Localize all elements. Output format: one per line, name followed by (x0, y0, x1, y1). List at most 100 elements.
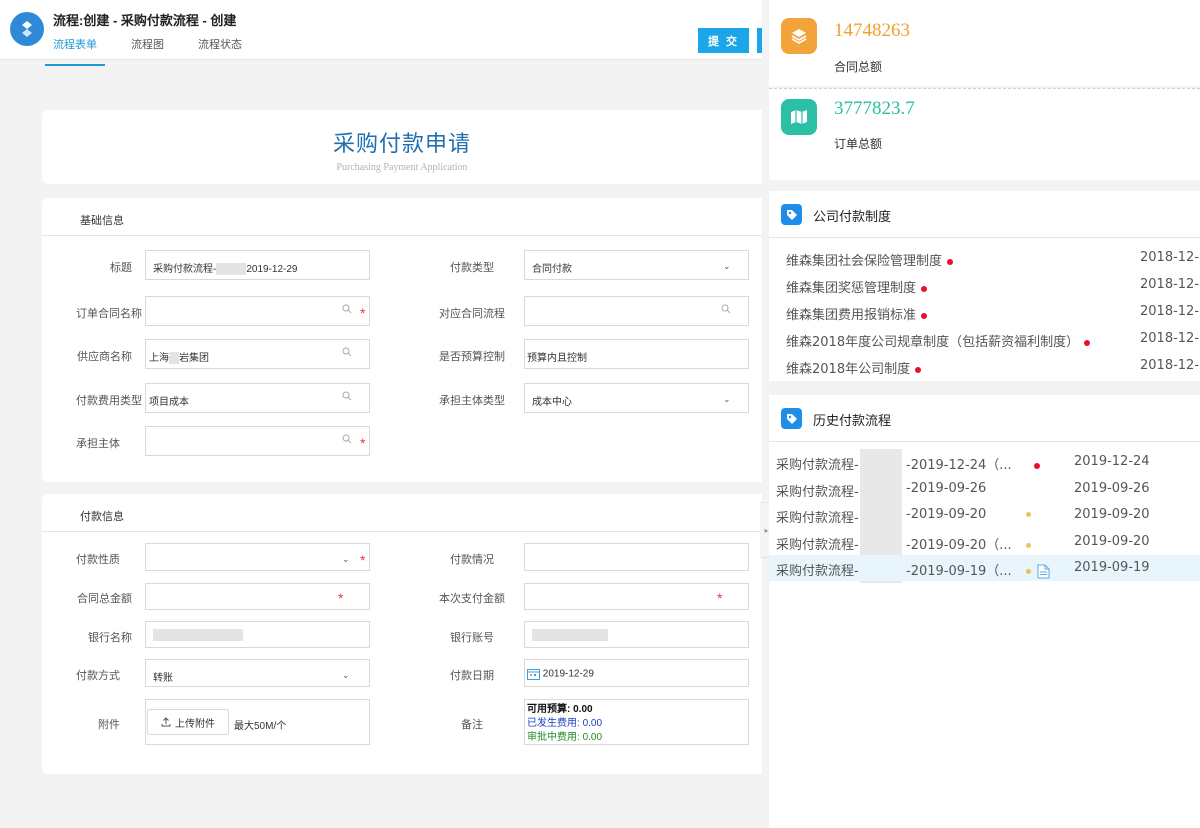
secondary-button[interactable] (757, 28, 762, 53)
history-name-suffix[interactable]: -2019-09-19（... (906, 564, 1012, 579)
required-mark: * (338, 590, 344, 606)
history-name-suffix[interactable]: -2019-12-24（... (906, 458, 1012, 473)
this-payment-field[interactable]: * (524, 583, 749, 610)
chevron-down-icon: ⌄ (342, 554, 350, 564)
search-icon[interactable] (342, 434, 352, 444)
policy-item[interactable]: 维森集团费用报销标准 2018-12- (769, 299, 1200, 325)
method-select[interactable]: 转账 ⌄ (145, 659, 370, 687)
history-item[interactable]: 采购付款流程- -2019-09-26 2019-09-26 (769, 476, 1200, 502)
app-logo-icon (10, 12, 44, 46)
related-flow-field[interactable] (524, 296, 749, 326)
history-date: 2019-09-19 (1074, 560, 1150, 575)
search-icon[interactable] (342, 304, 352, 314)
redacted-block (216, 263, 247, 276)
panel-header: 历史付款流程 (769, 395, 1200, 442)
upload-label: 上传附件 (175, 718, 215, 730)
bearer-type-select[interactable]: 成本中心 ⌄ (524, 383, 749, 413)
bearer-field[interactable]: * (145, 426, 370, 456)
order-contract-field[interactable]: * (145, 296, 370, 326)
history-date: 2019-09-20 (1074, 507, 1150, 522)
history-name-prefix[interactable]: 采购付款流程- (776, 538, 859, 553)
date-picker[interactable]: 2019-12-29 (524, 659, 749, 687)
fee-type-field[interactable]: 项目成本 (145, 383, 370, 413)
history-name-prefix[interactable]: 采购付款流程- (776, 564, 859, 579)
supplier-field[interactable]: 上海 岩集团 (145, 339, 370, 369)
history-item[interactable]: 采购付款流程- -2019-09-20（... 2019-09-20 (769, 529, 1200, 555)
top-header: 流程:创建 - 采购付款流程 - 创建 流程表单 流程图 流程状态 提 交 (0, 0, 762, 66)
tab-flow-status[interactable]: 流程状态 (190, 36, 250, 66)
search-icon[interactable] (342, 347, 352, 357)
history-item-selected[interactable]: 采购付款流程- -2019-09-19（... 2019-09-19 (769, 555, 1200, 581)
chevron-down-icon: ⌄ (723, 261, 731, 271)
upload-button[interactable]: 上传附件 (147, 709, 229, 735)
history-date: 2019-09-26 (1074, 481, 1150, 496)
right-sidebar: 14748263 合同总额 3777823.7 订单总额 公司付款制度 维森集团… (769, 0, 1200, 828)
attachment-label: 附件 (98, 719, 120, 731)
fee-type-value: 项目成本 (149, 397, 189, 408)
history-name-prefix[interactable]: 采购付款流程- (776, 458, 859, 473)
history-name-prefix[interactable]: 采购付款流程- (776, 511, 859, 526)
history-item[interactable]: 采购付款流程- -2019-12-24（... 2019-12-24 (769, 449, 1200, 475)
upload-icon (161, 717, 171, 727)
fee-type-label: 付款费用类型 (76, 395, 142, 407)
bank-name-field[interactable] (145, 621, 370, 648)
unread-dot (915, 366, 922, 373)
policy-item[interactable]: 维森2018年公司制度 2018-12- (769, 353, 1200, 379)
remark-label: 备注 (461, 719, 483, 731)
date-value: 2019-12-29 (542, 668, 594, 680)
history-date: 2019-12-24 (1074, 454, 1150, 469)
submit-button[interactable]: 提 交 (698, 28, 749, 53)
remark-field[interactable]: 可用预算: 0.00 已发生费用: 0.00 审批中费用: 0.00 (524, 699, 749, 745)
policy-name[interactable]: 维森集团社会保险管理制度 (786, 254, 942, 269)
payment-status-label: 付款情况 (450, 554, 494, 566)
form-title-panel: 采购付款申请 Purchasing Payment Application (42, 110, 762, 184)
page-title: 流程:创建 - 采购付款流程 - 创建 (53, 13, 237, 28)
supplier-prefix: 上海 (149, 353, 169, 364)
order-total-caption: 订单总额 (834, 137, 883, 151)
policy-name[interactable]: 维森2018年公司制度 (786, 362, 910, 377)
contract-total-card: 14748263 合同总额 (769, 0, 1200, 86)
policy-name[interactable]: 维森2018年度公司规章制度（包括薪资福利制度） (786, 335, 1079, 350)
contract-total-field[interactable]: * (145, 583, 370, 610)
chevron-down-icon: ⌄ (723, 394, 731, 404)
history-name-suffix[interactable]: -2019-09-20（... (906, 538, 1012, 553)
chevron-right-icon: ▸ (764, 525, 769, 535)
history-item[interactable]: 采购付款流程- -2019-09-20 2019-09-20 (769, 502, 1200, 528)
tab-flow-chart[interactable]: 流程图 (123, 36, 172, 66)
history-name-suffix[interactable]: -2019-09-20 (906, 507, 986, 522)
document-icon[interactable] (1037, 564, 1050, 579)
redacted-block (532, 629, 608, 641)
basic-info-section: 基础信息 标题 采购付款流程- 2019-12-29 付款类型 合同付款 ⌄ 订单… (42, 198, 762, 482)
search-icon[interactable] (342, 391, 352, 401)
bank-account-label: 银行账号 (450, 632, 494, 644)
bearer-type-value: 成本中心 (532, 397, 572, 408)
policy-item[interactable]: 维森集团奖惩管理制度 2018-12- (769, 272, 1200, 298)
tab-flow-form[interactable]: 流程表单 (45, 36, 105, 66)
policy-date: 2018-12- (1140, 331, 1200, 346)
required-mark: * (360, 305, 366, 321)
payment-history-panel: 历史付款流程 采购付款流程- -2019-12-24（... 2019-12-2… (769, 395, 1200, 828)
history-name-prefix[interactable]: 采购付款流程- (776, 485, 859, 500)
budget-control-label: 是否预算控制 (439, 351, 505, 363)
title-suffix: 2019-12-29 (246, 264, 298, 275)
pay-type-select[interactable]: 合同付款 ⌄ (524, 250, 749, 280)
nature-select[interactable]: ⌄ * (145, 543, 370, 571)
bank-account-field[interactable] (524, 621, 749, 648)
unread-dot (921, 312, 928, 319)
budget-control-field[interactable]: 预算内且控制 (524, 339, 749, 369)
payment-status-field[interactable] (524, 543, 749, 571)
calendar-icon[interactable] (527, 668, 540, 680)
section-title: 付款信息 (42, 494, 762, 532)
search-icon[interactable] (721, 304, 731, 314)
section-title: 基础信息 (42, 198, 762, 236)
history-name-suffix[interactable]: -2019-09-26 (906, 481, 986, 496)
policy-name[interactable]: 维森集团费用报销标准 (786, 308, 916, 323)
title-field[interactable]: 采购付款流程- 2019-12-29 (145, 250, 370, 280)
policy-name[interactable]: 维森集团奖惩管理制度 (786, 281, 916, 296)
bank-name-label: 银行名称 (88, 632, 132, 644)
policy-item[interactable]: 维森2018年度公司规章制度（包括薪资福利制度） 2018-12- (769, 326, 1200, 352)
policy-item[interactable]: 维森集团社会保险管理制度 2018-12- (769, 245, 1200, 271)
chevron-down-icon: ⌄ (342, 670, 350, 680)
redacted-block (169, 352, 179, 365)
layers-icon (781, 18, 817, 54)
